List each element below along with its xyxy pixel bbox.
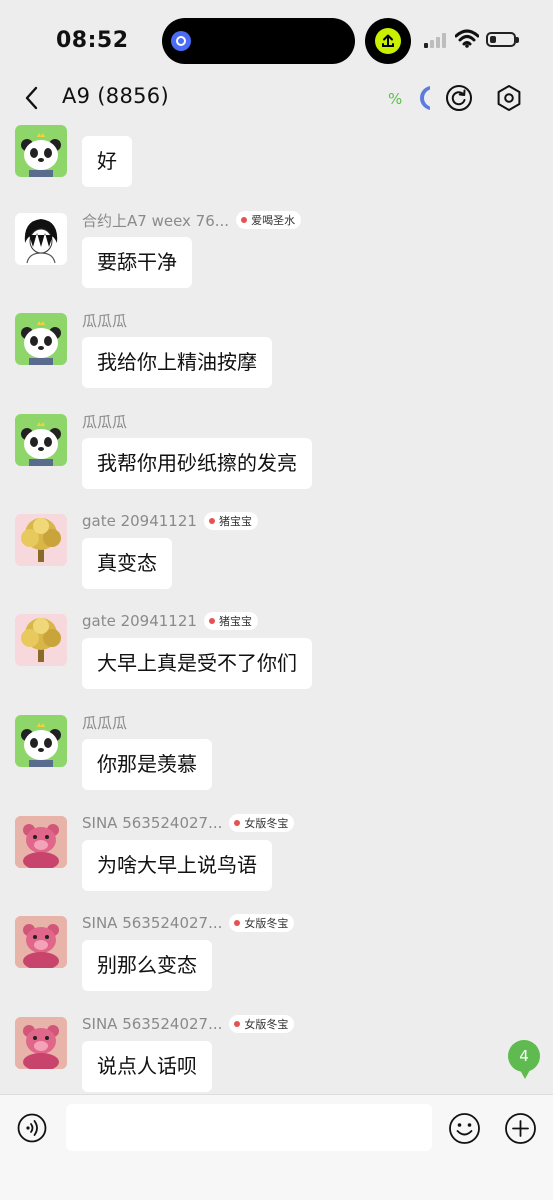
message-bubble[interactable]: 我帮你用砂纸擦的发亮 [82,438,312,489]
group-badge: 猪宝宝 [203,512,258,530]
message-bubble[interactable]: 好 [82,136,132,187]
group-badge: 猪宝宝 [203,612,258,630]
message-bubble[interactable]: 大早上真是受不了你们 [82,638,312,689]
dynamic-island [162,18,355,64]
avatar-panda[interactable] [15,414,67,466]
sender-name: SINA 563524027... 女版冬宝 [82,813,295,833]
avatar-pink-bear[interactable] [15,916,67,968]
message-input[interactable] [66,1104,432,1151]
sender-name: 瓜瓜瓜 [82,412,128,431]
input-bar [0,1094,553,1200]
badge-dot-icon [234,920,241,926]
badge-dot-icon [234,820,241,826]
cellular-signal-icon [424,32,448,48]
group-badge: 女版冬宝 [229,1015,295,1033]
message-bubble[interactable]: 说点人话呗 [82,1041,212,1092]
chat-header: A9 (8856) % [0,72,553,124]
emoji-button[interactable] [448,1112,481,1145]
badge-dot-icon [208,518,215,524]
group-badge: 女版冬宝 [229,914,295,932]
message-list[interactable]: 好 合约上A7 weex 76... 爱喝圣水 要舔干净 瓜瓜瓜 我给你上精油按… [0,124,553,1094]
chat-screen: 08:52 A9 (8856) % 好 合约上A7 weex 76... 爱喝圣… [0,0,553,1200]
island-app-icon [171,31,191,51]
back-button[interactable] [18,84,46,112]
plus-button[interactable] [504,1112,537,1145]
status-bar: 08:52 [0,0,553,82]
avatar-sketch[interactable] [15,213,67,265]
percent-indicator: % [388,90,403,108]
badge-dot-icon [234,1021,241,1027]
refresh-button[interactable] [445,84,473,112]
sender-name: gate 20941121 猪宝宝 [82,611,258,631]
sender-name: 合约上A7 weex 76... 爱喝圣水 [82,210,302,230]
avatar-pink-bear[interactable] [15,1017,67,1069]
sender-name: SINA 563524027... 女版冬宝 [82,913,295,933]
unread-count-badge[interactable]: 4 [508,1040,540,1079]
message-bubble[interactable]: 要舔干净 [82,237,192,288]
message-bubble[interactable]: 我给你上精油按摩 [82,337,272,388]
message-bubble[interactable]: 你那是羡慕 [82,739,212,790]
avatar-panda[interactable] [15,715,67,767]
avatar-golden-tree[interactable] [15,514,67,566]
upload-icon [375,28,401,54]
sender-name: 瓜瓜瓜 [82,713,128,732]
avatar-panda[interactable] [15,125,67,177]
sender-name: 瓜瓜瓜 [82,311,128,330]
wifi-icon [455,29,479,48]
message-bubble[interactable]: 真变态 [82,538,172,589]
voice-button[interactable] [17,1113,47,1143]
avatar-panda[interactable] [15,313,67,365]
battery-icon [486,32,519,47]
message-bubble[interactable]: 为啥大早上说鸟语 [82,840,272,891]
message-bubble[interactable]: 别那么变态 [82,940,212,991]
progress-ring-icon [420,86,430,110]
avatar-golden-tree[interactable] [15,614,67,666]
upload-indicator[interactable] [365,18,411,64]
group-badge: 女版冬宝 [229,814,295,832]
sender-name: gate 20941121 猪宝宝 [82,511,258,531]
avatar-pink-bear[interactable] [15,816,67,868]
badge-dot-icon [241,217,248,223]
group-badge: 爱喝圣水 [236,211,302,229]
chat-title: A9 (8856) [62,84,169,108]
settings-button[interactable] [495,84,523,112]
badge-dot-icon [208,618,215,624]
sender-name: SINA 563524027... 女版冬宝 [82,1014,295,1034]
status-time: 08:52 [56,28,129,53]
